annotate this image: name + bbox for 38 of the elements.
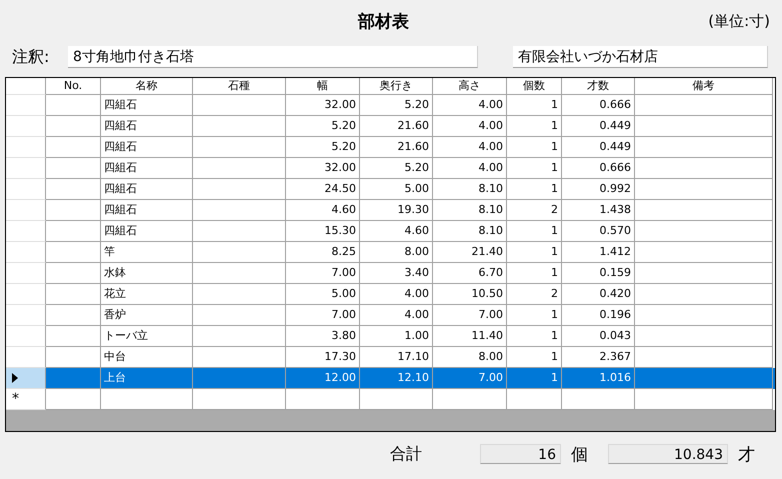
new-row-marker: * <box>12 391 19 407</box>
table-row[interactable]: 四組石 15.30 4.60 8.10 1 0.570 <box>6 221 775 242</box>
table-row[interactable]: 四組石 24.50 5.00 8.10 1 0.992 <box>6 179 775 200</box>
table-cell[interactable] <box>507 389 562 410</box>
company-field[interactable]: 有限会社いづか石材店 <box>513 46 768 68</box>
note-field[interactable]: 8寸角地巾付き石塔 <box>68 46 478 68</box>
note-label: 注釈: <box>12 46 50 68</box>
total-label: 合計 <box>390 444 423 464</box>
sai-total-field: 10.843 <box>608 444 728 464</box>
table-cell[interactable] <box>635 389 773 410</box>
row-header[interactable] <box>6 368 46 389</box>
table-row[interactable]: 水鉢 7.00 3.40 6.70 1 0.159 <box>6 263 775 284</box>
corner-header[interactable] <box>6 78 46 95</box>
table-row[interactable]: 上台 12.00 12.10 7.00 1 1.016 <box>6 368 775 389</box>
form-title: 部材表 <box>358 10 409 32</box>
table-cell[interactable] <box>101 389 193 410</box>
current-row-icon <box>12 373 18 383</box>
table-row[interactable]: 四組石 5.20 21.60 4.00 1 0.449 <box>6 116 775 137</box>
table-row[interactable]: 四組石 4.60 19.30 8.10 2 1.438 <box>6 200 775 221</box>
table-cell[interactable] <box>193 389 286 410</box>
table-row[interactable]: 花立 5.00 4.00 10.50 2 0.420 <box>6 284 775 305</box>
count-unit: 個 <box>571 444 589 466</box>
table-row[interactable]: 四組石 32.00 5.20 4.00 1 0.666 <box>6 95 775 116</box>
table-cell[interactable] <box>46 389 101 410</box>
table-row[interactable]: 中台 17.30 17.10 8.00 1 2.367 <box>6 347 775 368</box>
table-row[interactable]: 竿 8.25 8.00 21.40 1 1.412 <box>6 242 775 263</box>
table-row[interactable]: 香炉 7.00 4.00 7.00 1 0.196 <box>6 305 775 326</box>
table-cell[interactable] <box>286 389 360 410</box>
table-cell[interactable] <box>562 389 635 410</box>
sai-unit: 才 <box>738 444 756 466</box>
table-row[interactable]: 四組石 5.20 21.60 4.00 1 0.449 <box>6 137 775 158</box>
table-cell[interactable] <box>360 389 433 410</box>
table-row[interactable]: 四組石 32.00 5.20 4.00 1 0.666 <box>6 158 775 179</box>
count-total-field: 16 <box>480 444 561 464</box>
row-header[interactable]: * <box>6 389 46 410</box>
table-row[interactable]: トーバ立 3.80 1.00 11.40 1 0.043 <box>6 326 775 347</box>
table-cell[interactable] <box>433 389 507 410</box>
unit-label: (単位:寸) <box>708 12 770 30</box>
